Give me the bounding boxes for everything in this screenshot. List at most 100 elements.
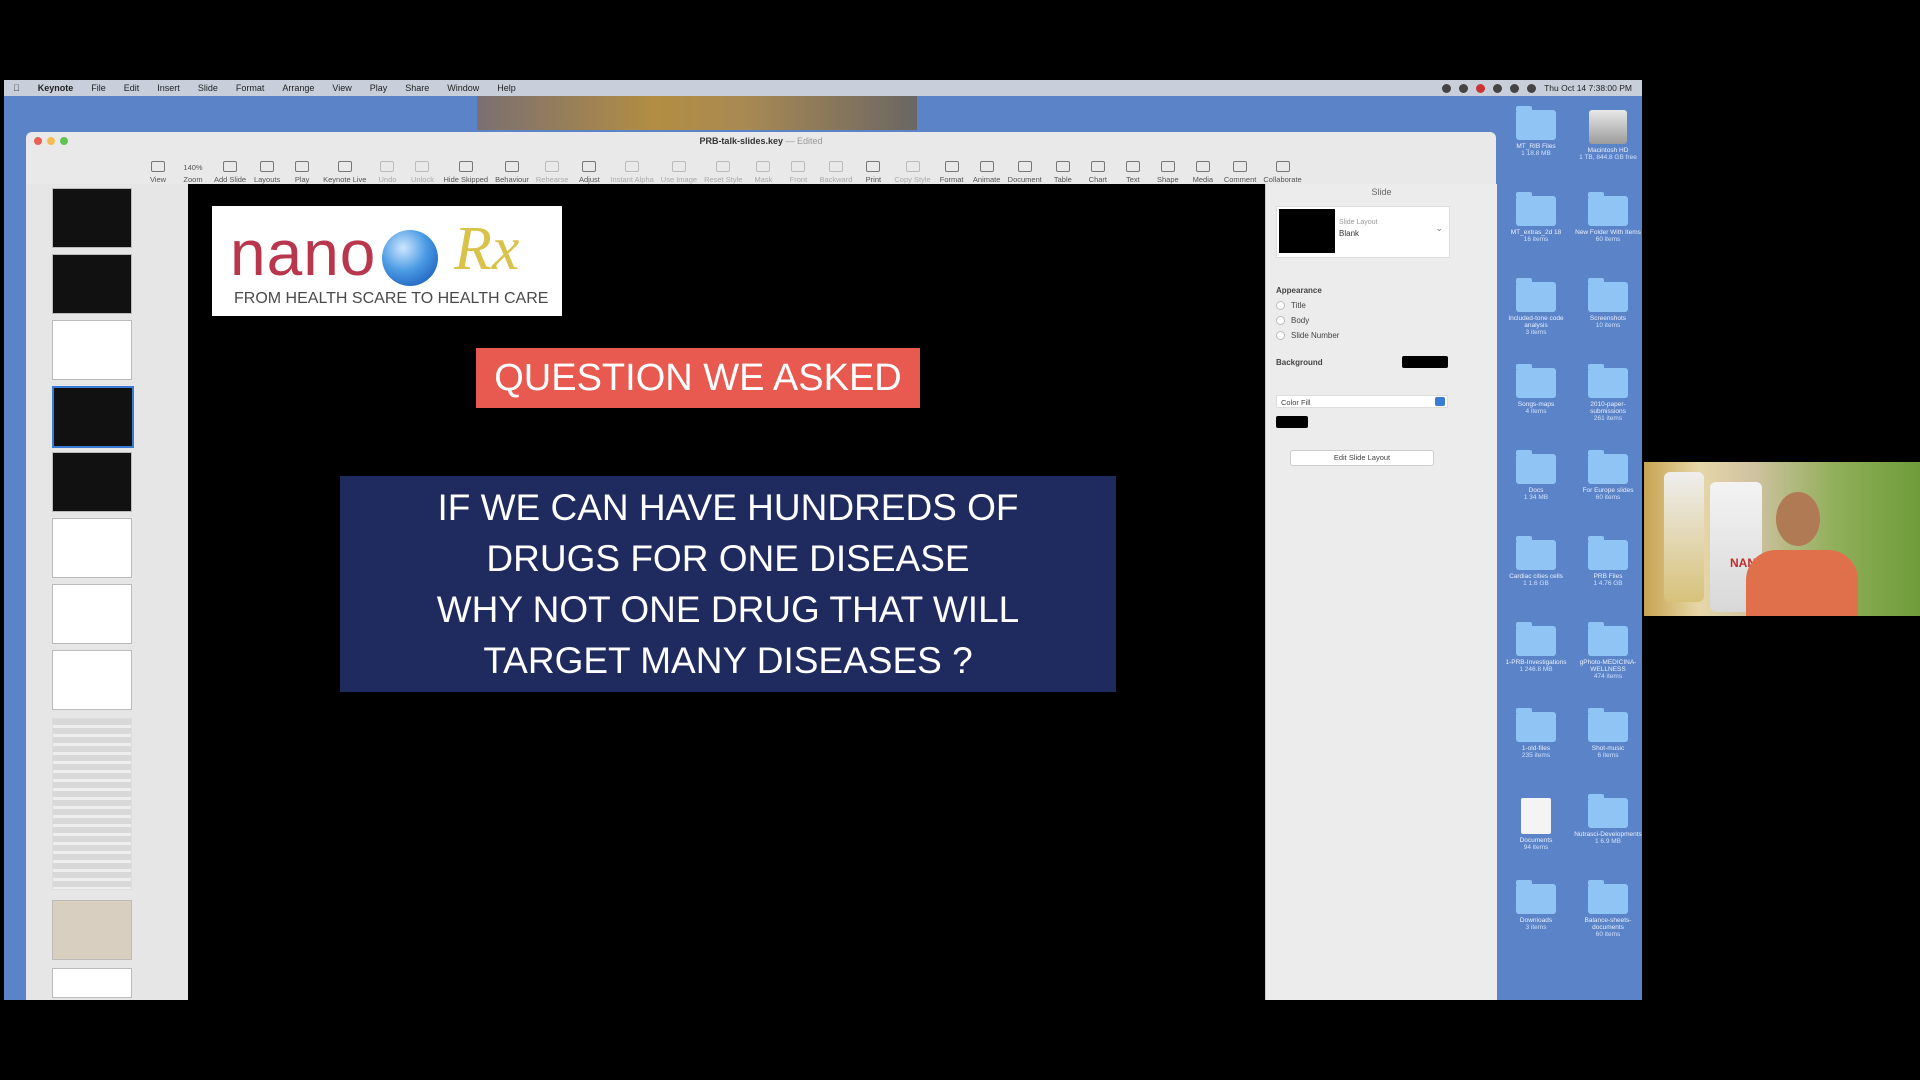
slide-thumbnail[interactable] <box>52 320 132 380</box>
close-icon[interactable] <box>34 137 42 145</box>
toolbar-animate[interactable]: Animate <box>973 161 1001 184</box>
toolbar-print[interactable]: Print <box>859 161 887 184</box>
slide-thumbnail-selected[interactable] <box>52 386 134 448</box>
toolbar-rehearse[interactable]: Rehearse <box>536 161 568 184</box>
toolbar-text[interactable]: Text <box>1119 161 1147 184</box>
toolbar-media[interactable]: Media <box>1189 161 1217 184</box>
desktop-icon-folder[interactable]: MT_RIB Files 1 18.8 MB <box>1501 106 1571 157</box>
color-well[interactable] <box>1276 416 1308 428</box>
slide-thumbnail[interactable] <box>52 650 132 710</box>
desktop-icon-folder[interactable]: Downloads 3 items <box>1501 880 1571 931</box>
toolbar-document[interactable]: Document <box>1008 161 1042 184</box>
desktop-icon-folder[interactable]: Nutrasci-Developments 1 6.9 MB <box>1573 794 1642 845</box>
desktop-icon-folder[interactable]: For Europe slides 60 items <box>1573 450 1642 501</box>
toolbar-table[interactable]: Table <box>1049 161 1077 184</box>
question-textbox[interactable]: IF WE CAN HAVE HUNDREDS OF DRUGS FOR ONE… <box>340 476 1116 692</box>
slide-canvas[interactable]: nano Rx FROM HEALTH SCARE TO HEALTH CARE… <box>188 184 1265 1000</box>
toolbar-format[interactable]: Format <box>938 161 966 184</box>
nanorx-logo[interactable]: nano Rx FROM HEALTH SCARE TO HEALTH CARE <box>212 206 562 316</box>
toolbar-zoom[interactable]: 140% Zoom <box>179 163 207 184</box>
minimize-icon[interactable] <box>47 137 55 145</box>
toolbar-copy-style[interactable]: Copy Style <box>894 161 931 184</box>
checkbox[interactable] <box>1276 331 1285 341</box>
desktop-icon-folder[interactable]: Songs-maps 4 items <box>1501 364 1571 415</box>
option-body[interactable]: Body <box>1276 316 1309 326</box>
inspector-tab-slide[interactable]: Slide <box>1266 184 1497 200</box>
zoom-icon[interactable] <box>60 137 68 145</box>
toolbar-undo[interactable]: Undo <box>373 161 401 184</box>
menu-help[interactable]: Help <box>497 83 516 93</box>
toolbar-reset-style[interactable]: Reset Style <box>704 161 742 184</box>
menu-keynote[interactable]: Keynote <box>38 83 74 93</box>
menu-view[interactable]: View <box>332 83 351 93</box>
record-icon[interactable] <box>1476 83 1486 93</box>
toolbar-behaviour[interactable]: Behaviour <box>495 161 529 184</box>
menu-arrange[interactable]: Arrange <box>282 83 314 93</box>
menu-play[interactable]: Play <box>370 83 388 93</box>
slide-thumbnail[interactable] <box>52 518 132 578</box>
desktop-icon-folder[interactable]: Docs 1 34 MB <box>1501 450 1571 501</box>
checkbox[interactable] <box>1276 301 1285 311</box>
desktop-icon-folder[interactable]: New Folder With Items 60 items <box>1573 192 1642 243</box>
toolbar-keynote-live[interactable]: Keynote Live <box>323 161 366 184</box>
toolbar-layouts[interactable]: Layouts <box>253 161 281 184</box>
apple-icon[interactable]:  <box>13 83 20 93</box>
toolbar-chart[interactable]: Chart <box>1084 161 1112 184</box>
toolbar-add-slide[interactable]: Add Slide <box>214 161 246 184</box>
desktop-icon-folder[interactable]: MT_extras_2d 18 16 items <box>1501 192 1571 243</box>
desktop-icon-disk[interactable]: Macintosh HD 1 TB, 844.8 GB free <box>1573 110 1642 161</box>
toolbar-mask[interactable]: Mask <box>749 161 777 184</box>
menu-file[interactable]: File <box>91 83 106 93</box>
desktop-icon-folder[interactable]: 1-old-files 235 items <box>1501 708 1571 759</box>
toolbar-instant-alpha[interactable]: Instant Alpha <box>610 161 654 184</box>
menu-slide[interactable]: Slide <box>198 83 218 93</box>
desktop-icon-folder[interactable]: Shot-music 6 items <box>1573 708 1642 759</box>
desktop-icon-folder[interactable]: Balance-sheets-documents 60 items <box>1573 880 1642 938</box>
slide-thumbnail[interactable] <box>52 452 132 512</box>
desktop-icon-folder[interactable]: 2010-paper-submissions 261 items <box>1573 364 1642 422</box>
checkbox[interactable] <box>1276 316 1285 326</box>
toolbar-use-image[interactable]: Use Image <box>661 161 697 184</box>
toolbar-play[interactable]: Play <box>288 161 316 184</box>
toolbar-comment[interactable]: Comment <box>1224 161 1256 184</box>
window-titlebar[interactable]: PRB-talk-slides.key — Edited <box>26 132 1496 150</box>
menu-window[interactable]: Window <box>447 83 479 93</box>
toolbar-view[interactable]: View <box>144 161 172 184</box>
slide-banner[interactable]: QUESTION WE ASKED <box>476 348 920 408</box>
toolbar-backward[interactable]: Backward <box>819 161 852 184</box>
toolbar-shape[interactable]: Shape <box>1154 161 1182 184</box>
slide-thumbnail[interactable] <box>52 188 132 248</box>
desktop-icon-folder[interactable]: 1-PRB-Investigations 1 246.8 MB <box>1501 622 1571 673</box>
background-color-swatch[interactable] <box>1402 356 1448 368</box>
desktop-icon-label: Docs <box>1528 487 1544 494</box>
slide-thumbnail[interactable] <box>52 968 132 998</box>
toolbar-collaborate[interactable]: Collaborate <box>1263 161 1302 184</box>
option-slide-number[interactable]: Slide Number <box>1276 331 1339 341</box>
status-icon[interactable] <box>1459 83 1469 93</box>
option-title[interactable]: Title <box>1276 301 1306 311</box>
toolbar-front[interactable]: Front <box>784 161 812 184</box>
toolbar-hide-skipped[interactable]: Hide Skipped <box>443 161 488 184</box>
menu-insert[interactable]: Insert <box>157 83 180 93</box>
desktop-icon-folder[interactable]: Cardiac cities cells 1 1.6 GB <box>1501 536 1571 587</box>
menu-edit[interactable]: Edit <box>124 83 140 93</box>
background-heading[interactable]: Background <box>1276 358 1323 367</box>
slide-layout-picker[interactable]: Slide Layout Blank ⌄ <box>1276 206 1450 258</box>
slide-thumbnail[interactable] <box>52 900 132 960</box>
desktop-icon-folder[interactable]: PRB Files 1 4.76 GB <box>1573 536 1642 587</box>
status-icon[interactable] <box>1442 83 1452 93</box>
desktop-icon-label: Shot-music <box>1591 745 1625 752</box>
slide-thumbnail[interactable] <box>52 254 132 314</box>
fill-type-select[interactable]: Color Fill <box>1276 395 1448 408</box>
menu-share[interactable]: Share <box>405 83 429 93</box>
toolbar-unlock[interactable]: Unlock <box>408 161 436 184</box>
toolbar-adjust[interactable]: Adjust <box>575 161 603 184</box>
desktop-icon-folder[interactable]: gPhoto-MEDICINA-WELLNESS 474 items <box>1573 622 1642 680</box>
slide-thumbnail[interactable] <box>52 584 132 644</box>
menu-format[interactable]: Format <box>236 83 265 93</box>
desktop-icon-folder[interactable]: Screenshots 10 items <box>1573 278 1642 329</box>
desktop-icon-folder[interactable]: Included-tone code analysis 3 items <box>1501 278 1571 336</box>
collapsed-slide-group[interactable] <box>52 718 132 890</box>
edit-slide-layout-button[interactable]: Edit Slide Layout <box>1290 450 1434 466</box>
desktop-icon-doc[interactable]: Documents 94 items <box>1501 798 1571 851</box>
